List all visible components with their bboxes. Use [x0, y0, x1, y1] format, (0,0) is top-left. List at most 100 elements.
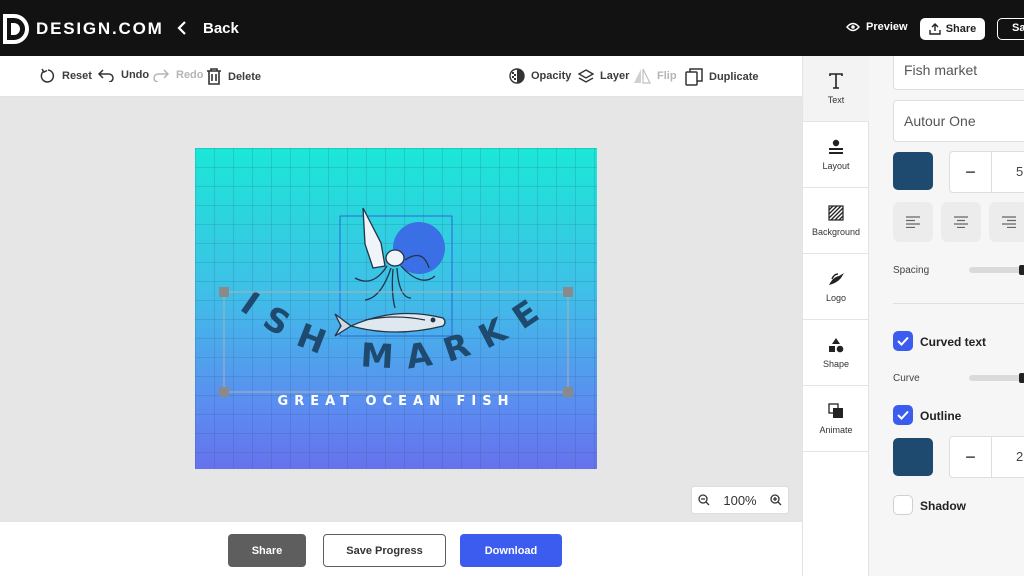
- curve-slider[interactable]: [969, 373, 1024, 383]
- opacity-label: Opacity: [531, 70, 572, 82]
- outline-checkbox[interactable]: [893, 405, 913, 425]
- download-button[interactable]: Download: [460, 534, 562, 567]
- zoom-out-icon[interactable]: [698, 494, 710, 506]
- tab-layout[interactable]: Layout: [803, 122, 869, 188]
- font-size-decrease-button[interactable]: −: [950, 152, 992, 192]
- font-select[interactable]: Autour One: [893, 100, 1024, 142]
- eye-icon: [846, 22, 860, 32]
- upload-icon: [929, 23, 941, 35]
- redo-label: Redo: [176, 69, 204, 81]
- preview-label: Preview: [866, 21, 908, 33]
- duplicate-icon: [685, 68, 703, 86]
- align-right-button[interactable]: [989, 202, 1024, 242]
- text-properties-panel: Fish market Autour One − 5 Spacing Curve…: [869, 56, 1024, 576]
- tab-logo[interactable]: Logo: [803, 254, 869, 320]
- chevron-left-icon[interactable]: [176, 20, 188, 36]
- tab-animate[interactable]: Animate: [803, 386, 869, 452]
- tab-animate-label: Animate: [819, 424, 853, 435]
- opacity-button[interactable]: Opacity: [509, 68, 571, 84]
- font-color-swatch[interactable]: [893, 152, 933, 190]
- logo-bird-icon: [829, 272, 844, 285]
- delete-label: Delete: [228, 70, 262, 83]
- resize-handle-top-left[interactable]: [219, 287, 229, 297]
- undo-button[interactable]: Undo: [97, 68, 149, 82]
- align-center-icon: [954, 216, 968, 228]
- flip-icon: [634, 68, 651, 84]
- share-top-button[interactable]: Share: [920, 18, 985, 40]
- duplicate-label: Duplicate: [709, 71, 759, 83]
- side-tab-bar: Text Layout Background Logo Shape Animat…: [802, 56, 869, 576]
- curved-text-label: Curved text: [920, 335, 987, 349]
- background-icon: [828, 204, 844, 221]
- reset-button[interactable]: Reset: [40, 68, 92, 84]
- outline-size-stepper: − 2: [949, 436, 1024, 478]
- tab-shape[interactable]: Shape: [803, 320, 869, 386]
- redo-icon: [153, 69, 170, 82]
- zoom-level: 100%: [723, 492, 757, 508]
- animate-icon: [828, 402, 843, 418]
- resize-handle-bottom-left[interactable]: [219, 387, 229, 397]
- back-button[interactable]: Back: [203, 20, 239, 37]
- tab-logo-label: Logo: [825, 292, 847, 303]
- outline-color-swatch[interactable]: [893, 438, 933, 476]
- outline-size-decrease-button[interactable]: −: [950, 437, 992, 477]
- shape-icon: [829, 337, 844, 352]
- tab-shape-label: Shape: [822, 358, 850, 369]
- preview-button[interactable]: Preview: [846, 21, 908, 33]
- reset-icon: [40, 68, 55, 83]
- font-size-value: 5: [1016, 164, 1024, 179]
- align-center-button[interactable]: [941, 202, 981, 242]
- spacing-slider[interactable]: [969, 265, 1024, 275]
- align-right-icon: [1002, 216, 1016, 228]
- text-content-value: Fish market: [904, 62, 978, 78]
- share-button[interactable]: Share: [228, 534, 306, 567]
- text-content-input[interactable]: Fish market: [893, 56, 1024, 90]
- curve-label: Curve: [893, 373, 920, 384]
- bottom-action-bar: Share Save Progress Download: [0, 521, 802, 576]
- text-icon: [829, 72, 843, 89]
- align-left-button[interactable]: [893, 202, 933, 242]
- curved-text-checkbox[interactable]: [893, 331, 913, 351]
- tab-text[interactable]: Text: [803, 56, 869, 122]
- share-top-label: Share: [945, 23, 977, 35]
- zoom-in-icon[interactable]: [769, 494, 782, 506]
- save-top-button[interactable]: Sa: [997, 18, 1024, 40]
- opacity-icon: [509, 68, 525, 84]
- layout-icon: [829, 139, 843, 154]
- font-size-stepper: − 5: [949, 151, 1024, 193]
- delete-button[interactable]: Delete: [206, 68, 261, 85]
- design-canvas[interactable]: FISH MARKET GREAT OCEAN FISH: [195, 148, 597, 469]
- tab-text-label: Text: [827, 94, 845, 105]
- tab-background-label: Background: [811, 226, 861, 237]
- tab-background[interactable]: Background: [803, 188, 869, 254]
- tagline-text[interactable]: GREAT OCEAN FISH: [278, 394, 515, 409]
- shadow-checkbox[interactable]: [893, 495, 913, 515]
- outline-label: Outline: [920, 409, 962, 423]
- undo-icon: [97, 69, 114, 82]
- duplicate-button[interactable]: Duplicate: [685, 68, 759, 86]
- reset-label: Reset: [62, 70, 92, 82]
- undo-label: Undo: [121, 69, 150, 81]
- curve-slider-handle[interactable]: [1019, 373, 1024, 383]
- font-name-value: Autour One: [904, 113, 976, 129]
- logo-artwork: FISH MARKET GREAT OCEAN FISH: [195, 148, 573, 409]
- edit-toolbar: Reset Undo Redo Delete Opacity Layer Fli…: [0, 56, 802, 97]
- redo-button[interactable]: Redo: [152, 68, 204, 82]
- align-left-icon: [906, 216, 920, 228]
- top-bar: DESIGN.COM Back Preview Share Sa: [0, 0, 1024, 56]
- outline-size-value: 2: [1016, 449, 1024, 464]
- canvas-area: FISH MARKET GREAT OCEAN FISH 100%: [0, 97, 802, 521]
- spacing-slider-handle[interactable]: [1019, 265, 1024, 275]
- resize-handle-bottom-right[interactable]: [563, 387, 573, 397]
- checkmark-icon: [897, 336, 909, 346]
- resize-handle-top-right[interactable]: [563, 287, 573, 297]
- layers-icon: [578, 69, 594, 83]
- layer-button[interactable]: Layer: [578, 68, 629, 84]
- save-progress-button[interactable]: Save Progress: [323, 534, 446, 567]
- brand-name[interactable]: DESIGN.COM: [36, 19, 164, 39]
- spacing-label: Spacing: [893, 265, 930, 276]
- design-logo-icon[interactable]: [2, 14, 30, 44]
- flip-label: Flip: [657, 70, 677, 82]
- flip-button[interactable]: Flip: [633, 68, 677, 84]
- tab-layout-label: Layout: [822, 160, 850, 171]
